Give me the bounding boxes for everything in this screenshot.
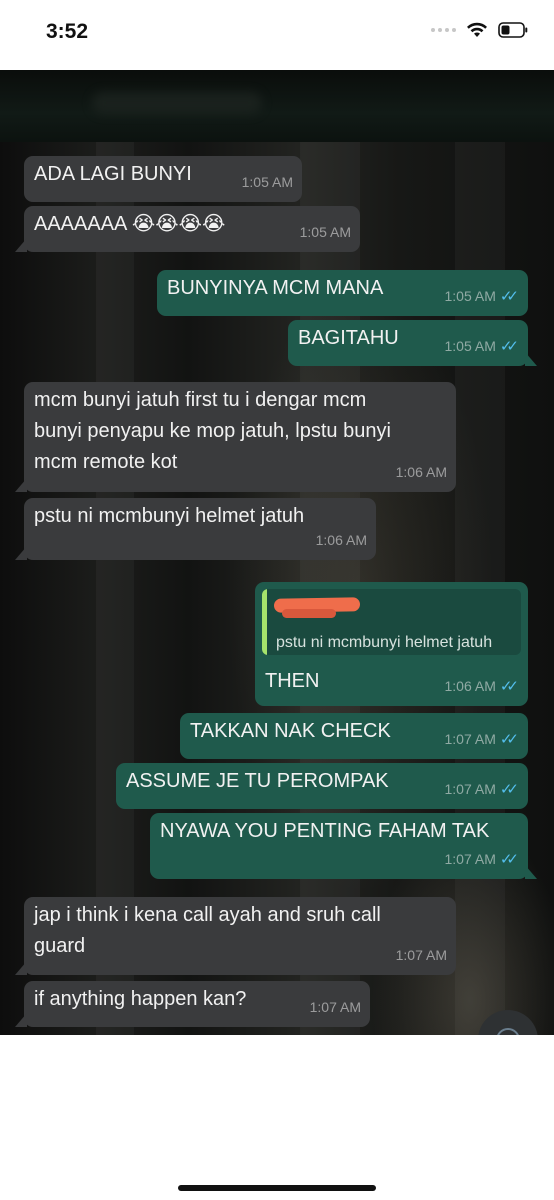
message-meta: 1:07 AM ✓✓ <box>444 844 519 875</box>
message-meta: 1:05 AM <box>242 167 293 198</box>
message-text: NYAWA YOU PENTING FAHAM TAK <box>160 820 490 842</box>
bottom-blank-area <box>0 1035 554 1200</box>
message-time: 1:07 AM <box>444 851 496 867</box>
wifi-icon <box>466 22 488 38</box>
message-bubble-incoming[interactable]: ADA LAGI BUNYI 1:05 AM <box>24 156 302 202</box>
message-bubble-incoming[interactable]: mcm bunyi jatuh first tu i dengar mcm bu… <box>15 382 456 492</box>
message-meta: 1:07 AM ✓✓ <box>444 774 519 805</box>
message-bubble-outgoing-reply[interactable]: pstu ni mcmbunyi helmet jatuh THEN 1:06 … <box>255 582 528 706</box>
double-check-icon: ✓✓ <box>499 781 519 798</box>
message-time: 1:07 AM <box>395 947 447 963</box>
reply-accent-bar <box>262 589 267 655</box>
message-time: 1:05 AM <box>299 224 351 240</box>
blurred-contact-name <box>92 92 262 114</box>
message-meta: 1:06 AM <box>316 525 367 556</box>
reply-quote-text: pstu ni mcmbunyi helmet jatuh <box>276 634 493 651</box>
message-time: 1:07 AM <box>444 781 496 797</box>
message-time: 1:05 AM <box>241 174 293 190</box>
message-time: 1:07 AM <box>444 731 496 747</box>
reply-quote[interactable]: pstu ni mcmbunyi helmet jatuh <box>262 589 521 655</box>
message-bubble-outgoing[interactable]: TAKKAN NAK CHECK 1:07 AM ✓✓ <box>180 713 528 759</box>
chat-header <box>0 70 554 142</box>
message-time: 1:05 AM <box>444 338 496 354</box>
message-text: mcm bunyi jatuh first tu i dengar mcm bu… <box>34 389 391 473</box>
message-meta: 1:05 AM ✓✓ <box>444 331 519 362</box>
message-meta: 1:07 AM ✓✓ <box>444 724 519 755</box>
message-time: 1:05 AM <box>444 288 496 304</box>
chat-screenshot: ADA LAGI BUNYI 1:05 AM AAAAAAA 😭😭😭😭 1:05… <box>0 70 554 1035</box>
message-meta: 1:05 AM ✓✓ <box>444 281 519 312</box>
battery-icon <box>498 22 528 38</box>
status-time: 3:52 <box>46 20 89 43</box>
double-check-icon: ✓✓ <box>499 851 519 868</box>
message-meta: 1:06 AM <box>396 457 447 488</box>
message-meta: 1:07 AM <box>396 940 447 971</box>
message-text: jap i think i kena call ayah and sruh ca… <box>34 904 381 957</box>
background-pillar <box>455 70 505 1035</box>
message-meta: 1:06 AM ✓✓ <box>444 671 519 702</box>
double-check-icon: ✓✓ <box>499 678 519 695</box>
message-bubble-incoming[interactable]: AAAAAAA 😭😭😭😭 1:05 AM <box>15 206 360 252</box>
signal-dots-icon <box>431 28 456 32</box>
message-time: 1:06 AM <box>395 464 447 480</box>
message-bubble-outgoing[interactable]: BAGITAHU 1:05 AM ✓✓ <box>288 320 537 366</box>
redacted-sender-name <box>282 609 336 618</box>
message-text: THEN <box>265 670 320 692</box>
status-icons <box>431 22 528 38</box>
message-time: 1:06 AM <box>444 678 496 694</box>
home-indicator[interactable] <box>178 1185 376 1191</box>
status-bar: 3:52 <box>0 0 554 70</box>
double-check-icon: ✓✓ <box>499 338 519 355</box>
double-check-icon: ✓✓ <box>499 731 519 748</box>
message-bubble-outgoing[interactable]: NYAWA YOU PENTING FAHAM TAK 1:07 AM ✓✓ <box>150 813 537 879</box>
message-bubble-outgoing[interactable]: ASSUME JE TU PEROMPAK 1:07 AM ✓✓ <box>116 763 528 809</box>
message-bubble-outgoing[interactable]: BUNYINYA MCM MANA 1:05 AM ✓✓ <box>157 270 528 316</box>
scroll-down-icon <box>496 1028 520 1035</box>
double-check-icon: ✓✓ <box>499 288 519 305</box>
message-meta: 1:07 AM <box>310 992 361 1023</box>
message-time: 1:07 AM <box>309 999 361 1015</box>
message-bubble-incoming[interactable]: if anything happen kan? 1:07 AM <box>15 981 370 1027</box>
message-bubble-incoming[interactable]: jap i think i kena call ayah and sruh ca… <box>15 897 456 975</box>
message-meta: 1:05 AM <box>300 217 351 248</box>
message-time: 1:06 AM <box>315 532 367 548</box>
message-bubble-incoming[interactable]: pstu ni mcmbunyi helmet jatuh 1:06 AM <box>15 498 376 560</box>
